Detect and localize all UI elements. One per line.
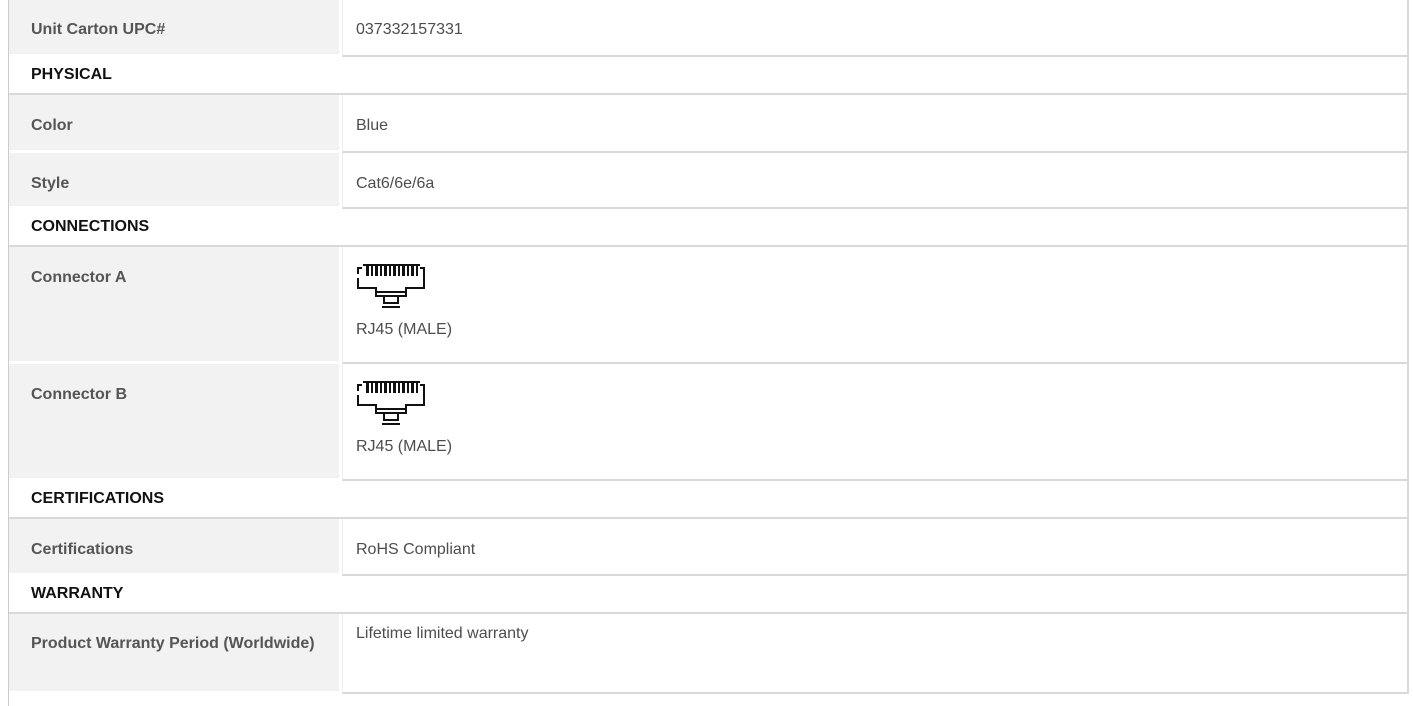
rj45-connector-icon bbox=[357, 264, 425, 308]
spec-label: Style bbox=[31, 175, 70, 192]
connector-value: RJ45 (MALE) bbox=[343, 247, 1407, 352]
spec-label: Certifications bbox=[31, 541, 134, 558]
spec-value-cell: RoHS Compliant bbox=[342, 519, 1409, 576]
section-heading-cell: PHYSICAL bbox=[9, 57, 1409, 95]
spec-value: Blue bbox=[356, 117, 389, 134]
spec-label: Product Warranty Period (Worldwide) bbox=[31, 635, 315, 652]
spec-value-cell: RJ45 (MALE) bbox=[342, 364, 1409, 481]
spec-label: Connector B bbox=[31, 386, 127, 403]
section-heading: PHYSICAL bbox=[31, 66, 112, 83]
section-heading-cell: CONNECTIONS bbox=[9, 209, 1409, 247]
spec-value: Cat6/6e/6a bbox=[356, 175, 435, 192]
spec-label-cell: Color bbox=[9, 95, 342, 153]
spec-label: Connector A bbox=[31, 269, 127, 286]
spec-label: Unit Carton UPC# bbox=[31, 21, 166, 38]
spec-label-cell: Product Warranty Period (Worldwide) bbox=[9, 614, 342, 694]
spec-value-cell: 037332157331 bbox=[342, 0, 1409, 57]
section-heading-cell: WARRANTY bbox=[9, 576, 1409, 614]
spec-value-cell: RJ45 (MALE) bbox=[342, 247, 1409, 364]
spec-value: RoHS Compliant bbox=[356, 541, 476, 558]
spec-value-cell: Lifetime limited warranty bbox=[342, 614, 1409, 694]
section-heading-cell: CERTIFICATIONS bbox=[9, 481, 1409, 519]
spec-label-cell: Unit Carton UPC# bbox=[9, 0, 342, 57]
spec-row-warranty-period: Product Warranty Period (Worldwide) Life… bbox=[9, 614, 1409, 694]
spec-row-style: Style Cat6/6e/6a bbox=[9, 153, 1409, 209]
section-heading: CERTIFICATIONS bbox=[31, 490, 165, 507]
section-heading: WARRANTY bbox=[31, 585, 124, 602]
spec-label-cell: Connector A bbox=[9, 247, 342, 364]
spec-label-cell: Style bbox=[9, 153, 342, 209]
spec-label-cell: Certifications bbox=[9, 519, 342, 576]
specifications-table: Unit Carton UPC# 037332157331 PHYSICAL C… bbox=[9, 0, 1409, 694]
spec-value-cell: Cat6/6e/6a bbox=[342, 153, 1409, 209]
spec-row-connector-a: Connector A RJ45 (MALE) bbox=[9, 247, 1409, 364]
spec-value: 037332157331 bbox=[356, 21, 463, 38]
spec-row-connector-b: Connector B RJ45 (MALE) bbox=[9, 364, 1409, 481]
spec-label-cell: Connector B bbox=[9, 364, 342, 481]
spec-row-color: Color Blue bbox=[9, 95, 1409, 153]
rj45-connector-icon bbox=[357, 381, 425, 425]
connector-type-label: RJ45 (MALE) bbox=[356, 321, 453, 338]
spec-row-upc: Unit Carton UPC# 037332157331 bbox=[9, 0, 1409, 57]
spec-label: Color bbox=[31, 117, 73, 134]
section-heading-warranty: WARRANTY bbox=[9, 576, 1409, 614]
section-heading-certifications: CERTIFICATIONS bbox=[9, 481, 1409, 519]
connector-value: RJ45 (MALE) bbox=[343, 364, 1407, 469]
connector-type-label: RJ45 (MALE) bbox=[356, 438, 453, 455]
spec-value-cell: Blue bbox=[342, 95, 1409, 153]
spec-row-certifications: Certifications RoHS Compliant bbox=[9, 519, 1409, 576]
spec-value: Lifetime limited warranty bbox=[356, 625, 529, 642]
section-heading: CONNECTIONS bbox=[31, 218, 150, 235]
section-heading-physical: PHYSICAL bbox=[9, 57, 1409, 95]
section-heading-connections: CONNECTIONS bbox=[9, 209, 1409, 247]
